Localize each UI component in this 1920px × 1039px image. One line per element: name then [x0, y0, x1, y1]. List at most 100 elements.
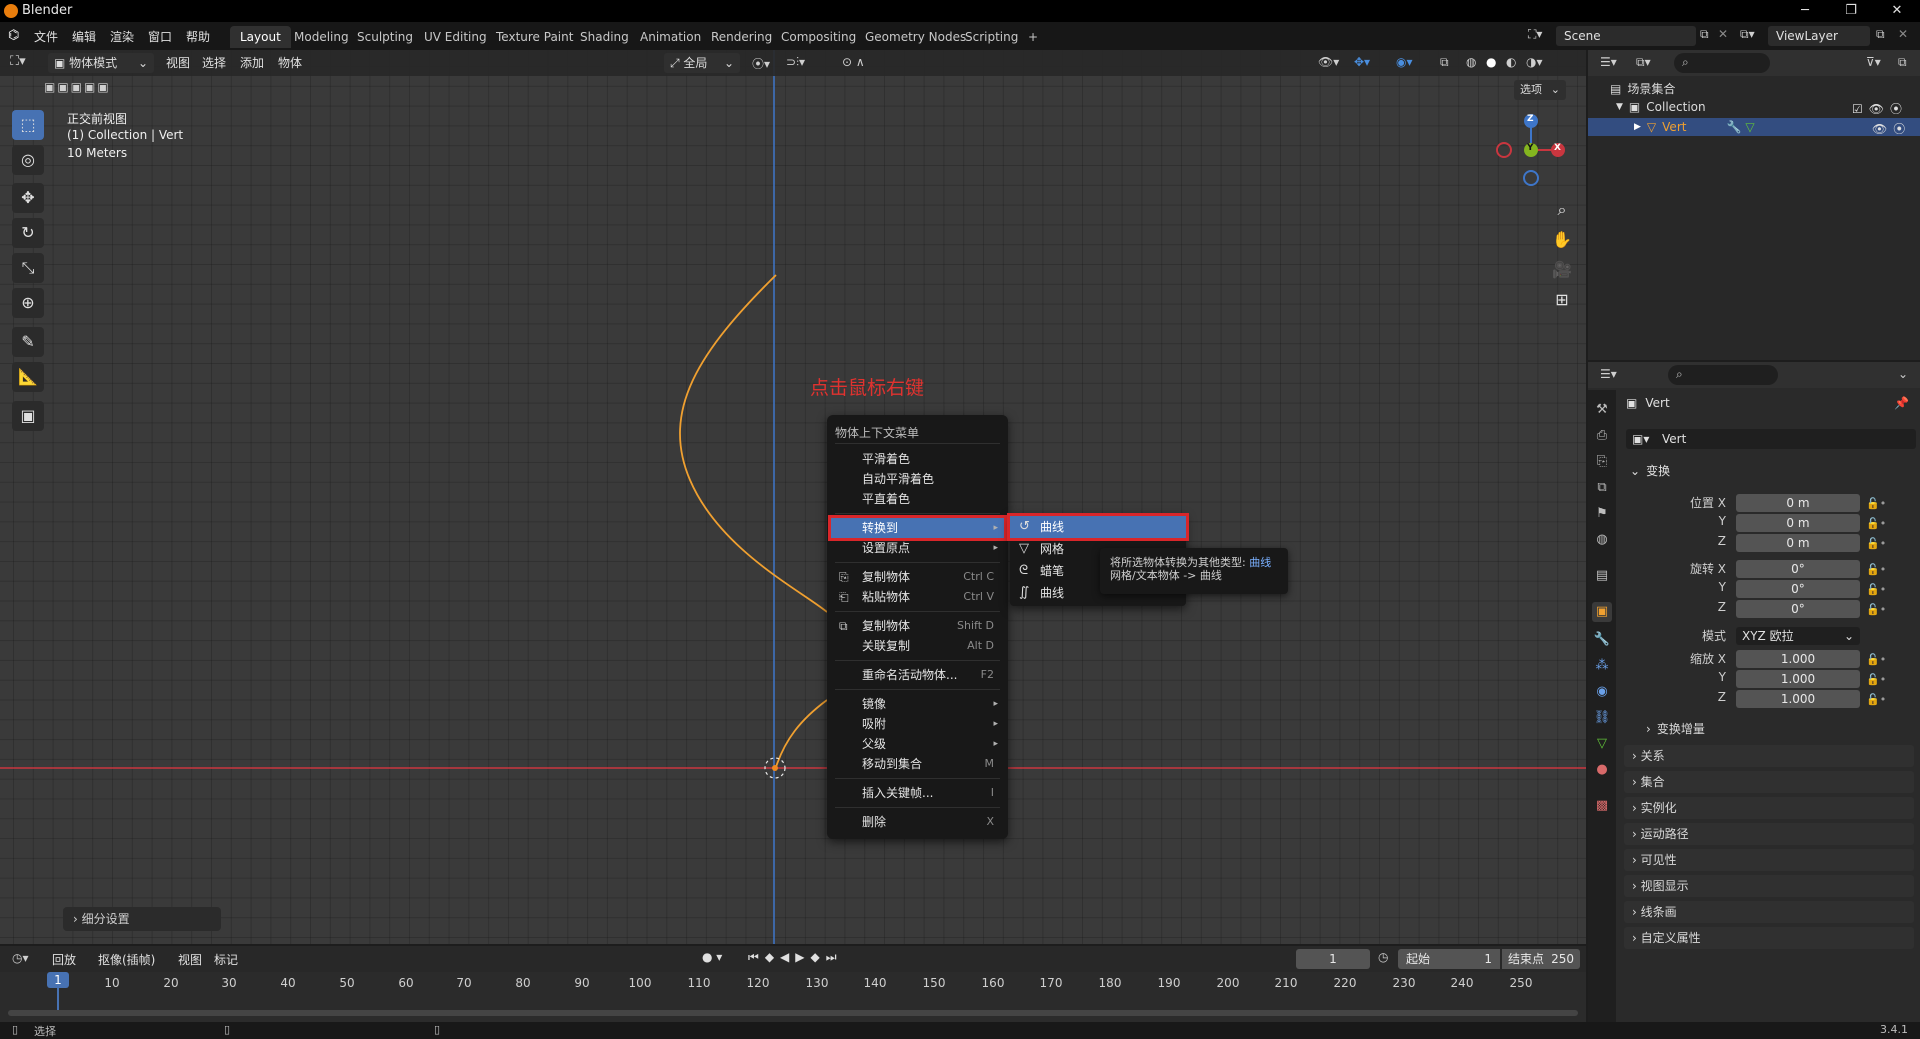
- filter-icon[interactable]: ⊽▾: [1866, 55, 1881, 69]
- delete-scene-icon[interactable]: ✕: [1718, 27, 1728, 41]
- view-layer-field[interactable]: ViewLayer: [1768, 26, 1870, 46]
- scale-y-field[interactable]: 1.000: [1736, 670, 1860, 688]
- wireframe-shading-icon[interactable]: ◍: [1466, 55, 1476, 69]
- lock-icons-rotation[interactable]: 🔓• 🔓• 🔓•: [1866, 560, 1886, 620]
- viewport-menu-object[interactable]: 物体: [278, 54, 302, 71]
- constraints-tab-icon[interactable]: ⛓: [1592, 708, 1612, 728]
- material-tab-icon[interactable]: ●: [1592, 760, 1612, 780]
- menu-file[interactable]: 文件: [34, 28, 58, 45]
- panel-relations[interactable]: › 关系: [1624, 745, 1914, 767]
- menu-item-set-origin[interactable]: 设置原点 ▸: [831, 538, 1004, 558]
- timeline-menu-keying[interactable]: 抠像(插帧): [98, 951, 155, 968]
- timeline-menu-marker[interactable]: 标记: [214, 951, 238, 968]
- menu-item-rename-active[interactable]: 重命名活动物体... F2: [831, 665, 1004, 685]
- jump-start-icon[interactable]: ⏮: [748, 950, 765, 964]
- minimize-button[interactable]: ─: [1782, 0, 1828, 22]
- pin-icon[interactable]: 📌: [1894, 396, 1909, 410]
- transform-tool-icon[interactable]: ⊕: [12, 288, 44, 318]
- rotate-tool-icon[interactable]: ↻: [12, 218, 44, 248]
- tab-animation[interactable]: Animation: [630, 26, 711, 48]
- panel-viewport-display[interactable]: › 视图显示: [1624, 875, 1914, 897]
- proportional-edit-icon[interactable]: ⊙ ∧: [842, 55, 865, 69]
- chevron-down-icon[interactable]: ⌄: [1898, 367, 1908, 381]
- view-layer-selector-icon[interactable]: ⧉▾: [1740, 27, 1755, 42]
- menu-item-shade-auto-smooth[interactable]: 自动平滑着色: [831, 469, 1004, 489]
- panel-visibility[interactable]: › 可见性: [1624, 849, 1914, 871]
- pan-hand-icon[interactable]: ✋: [1548, 226, 1576, 254]
- outliner-search-input[interactable]: ⌕: [1674, 53, 1770, 73]
- prev-keyframe-icon[interactable]: ◆: [765, 950, 780, 964]
- tool-tab-icon[interactable]: ⚒: [1592, 400, 1612, 420]
- material-shading-icon[interactable]: ◐: [1506, 55, 1516, 69]
- tab-texture-paint[interactable]: Texture Paint: [486, 26, 583, 48]
- zoom-icon[interactable]: ⌕: [1548, 196, 1576, 224]
- transform-panel-header[interactable]: ⌄ 变换: [1630, 462, 1670, 479]
- transform-orientation-dropdown[interactable]: ⤢ 全局 ⌄: [664, 53, 740, 73]
- collection-toggles[interactable]: ☑👁⦿: [1852, 100, 1908, 117]
- last-operator-panel[interactable]: › 细分设置: [63, 907, 221, 931]
- play-icon[interactable]: ▶: [795, 950, 810, 964]
- menu-item-mirror[interactable]: 镜像 ▸: [831, 694, 1004, 714]
- solid-shading-icon[interactable]: ●: [1486, 55, 1496, 69]
- playhead[interactable]: 1: [47, 972, 69, 988]
- lock-icons-scale[interactable]: 🔓• 🔓• 🔓•: [1866, 650, 1886, 710]
- viewport-menu-select[interactable]: 选择: [202, 54, 226, 71]
- outliner-object[interactable]: ▶ ▽ Vert 🔧 ▽: [1634, 120, 1755, 134]
- new-view-layer-icon[interactable]: ⧉: [1876, 27, 1885, 42]
- timeline-scrollbar[interactable]: [8, 1010, 1578, 1016]
- view-layer-tab-icon[interactable]: ⧉: [1592, 478, 1612, 498]
- properties-search-input[interactable]: ⌕: [1668, 365, 1778, 385]
- gizmo-toggle-icon[interactable]: ✥▾: [1354, 55, 1370, 69]
- viewport-menu-view[interactable]: 视图: [166, 54, 190, 71]
- render-tab-icon[interactable]: ⎙: [1592, 426, 1612, 446]
- object-toggles[interactable]: 👁⦿: [1872, 120, 1911, 137]
- menu-item-paste-objects[interactable]: ⎗ 粘贴物体 Ctrl V: [831, 587, 1004, 607]
- end-frame-field[interactable]: 结束点 250: [1502, 949, 1580, 969]
- outliner-editor-type-icon[interactable]: ☰▾: [1600, 55, 1617, 69]
- delete-view-layer-icon[interactable]: ✕: [1898, 27, 1908, 41]
- tab-compositing[interactable]: Compositing: [771, 26, 866, 48]
- timeline-editor-type-icon[interactable]: ◷▾: [12, 951, 29, 965]
- rotation-mode-dropdown[interactable]: XYZ 欧拉 ⌄: [1736, 627, 1860, 645]
- particles-tab-icon[interactable]: ⁂: [1592, 656, 1612, 676]
- scene-selector-icon[interactable]: ⛶▾: [1528, 27, 1542, 42]
- submenu-item-curve[interactable]: ↺ 曲线: [1007, 513, 1189, 541]
- selection-mode-icons[interactable]: ▣▣▣▣▣: [44, 80, 111, 94]
- timeline-menu-view[interactable]: 视图: [178, 951, 202, 968]
- select-box-tool-icon[interactable]: ⬚: [12, 110, 44, 140]
- visibility-icon[interactable]: 👁▾: [1318, 55, 1339, 69]
- menu-item-snap[interactable]: 吸附 ▸: [831, 714, 1004, 734]
- snap-icon[interactable]: ⊃⫶▾: [786, 55, 805, 70]
- xray-toggle-icon[interactable]: ⧉: [1440, 55, 1449, 70]
- menu-item-insert-keyframe[interactable]: 插入关键帧... I: [831, 783, 1004, 803]
- timeline-menu-playback[interactable]: 回放: [52, 951, 76, 968]
- output-tab-icon[interactable]: ⎘: [1592, 452, 1612, 472]
- delta-transform-header[interactable]: › 变换增量: [1646, 720, 1705, 737]
- rendered-shading-icon[interactable]: ◑▾: [1526, 55, 1543, 69]
- playback-controls[interactable]: ⏮◆◀▶◆⏭: [748, 950, 843, 965]
- menu-item-convert-to[interactable]: 转换到 ▸: [828, 515, 1007, 541]
- menu-item-duplicate-linked[interactable]: 关联复制 Alt D: [831, 636, 1004, 656]
- next-keyframe-icon[interactable]: ◆: [811, 950, 826, 964]
- scale-z-field[interactable]: 1.000: [1736, 690, 1860, 708]
- start-frame-field[interactable]: 起始 1: [1398, 949, 1500, 969]
- tab-sculpting[interactable]: Sculpting: [347, 26, 423, 48]
- auto-keying-icon[interactable]: ● ▾: [702, 950, 722, 964]
- object-name-field[interactable]: ▣▾ Vert: [1626, 429, 1916, 449]
- menu-item-duplicate-objects[interactable]: ⧉ 复制物体 Shift D: [831, 616, 1004, 636]
- rotation-z-field[interactable]: 0°: [1736, 600, 1860, 618]
- panel-line-art[interactable]: › 线条画: [1624, 901, 1914, 923]
- tab-layout[interactable]: Layout: [230, 26, 291, 48]
- tab-uv-editing[interactable]: UV Editing: [414, 26, 497, 48]
- menu-item-move-to-collection[interactable]: 移动到集合 M: [831, 754, 1004, 774]
- lock-icons-location[interactable]: 🔓• 🔓• 🔓•: [1866, 494, 1886, 554]
- panel-instancing[interactable]: › 实例化: [1624, 797, 1914, 819]
- editor-type-icon[interactable]: ⛶▾: [10, 54, 26, 69]
- 3d-viewport[interactable]: ⬚ ◎ ✥ ↻ ⤡ ⊕ ✎ 📐 ▣ 正交前视图 (1) Collection |…: [0, 50, 1586, 944]
- scale-x-field[interactable]: 1.000: [1736, 650, 1860, 668]
- overlay-toggle-icon[interactable]: ◉▾: [1396, 55, 1413, 69]
- menu-item-copy-objects[interactable]: ⎘ 复制物体 Ctrl C: [831, 567, 1004, 587]
- viewport-menu-add[interactable]: 添加: [240, 54, 264, 71]
- annotate-tool-icon[interactable]: ✎: [12, 327, 44, 357]
- panel-motion-paths[interactable]: › 运动路径: [1624, 823, 1914, 845]
